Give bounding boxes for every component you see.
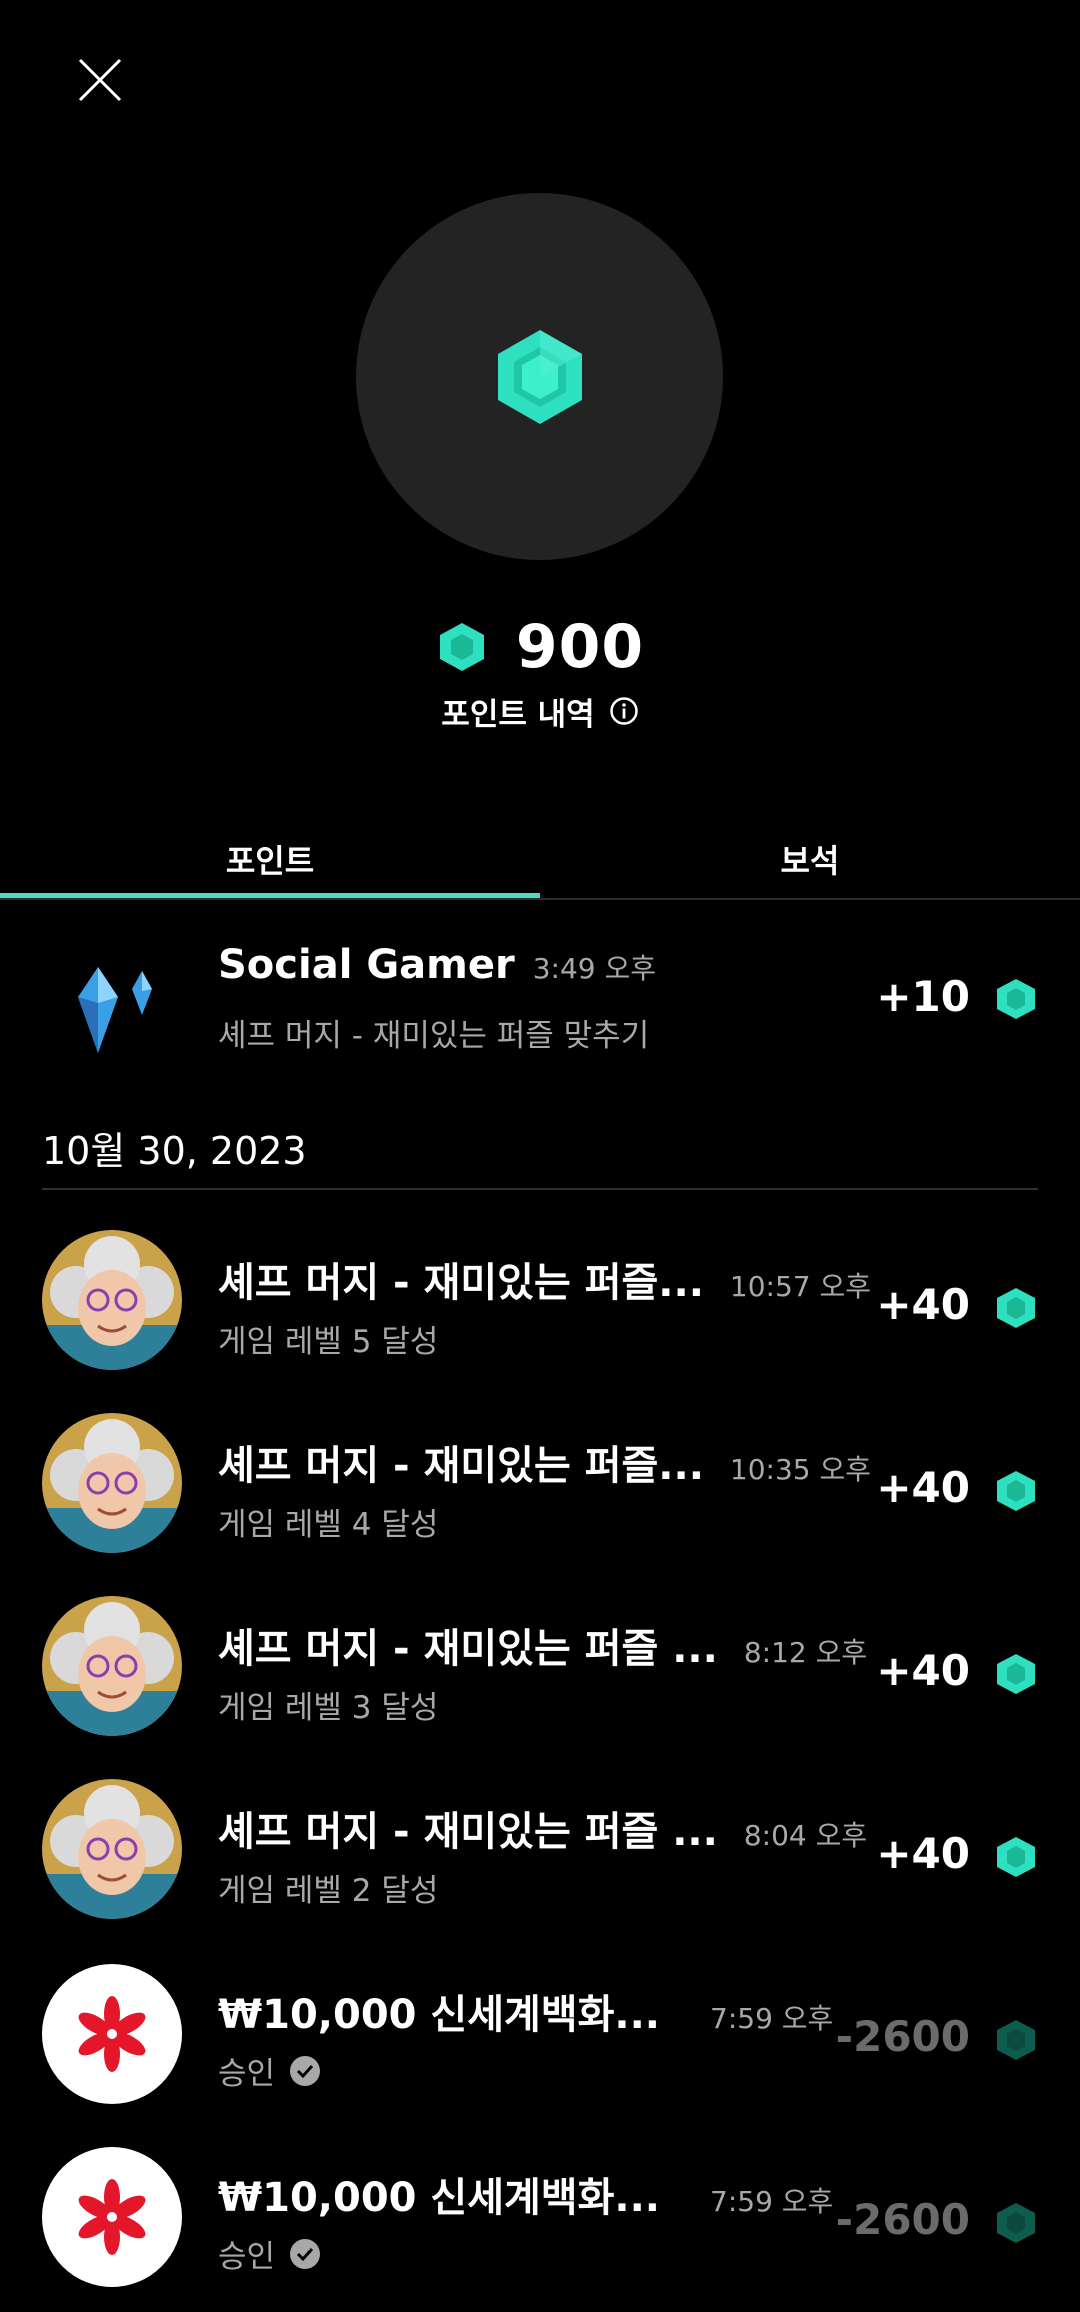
item-title-line: ₩10,000 신세계백화... 7:59 오후 [218, 2165, 833, 2223]
item-subtitle-text: 게임 레벨 3 달성 [218, 1690, 439, 1726]
gem-icon [997, 1471, 1035, 1511]
date-divider [42, 1188, 1038, 1190]
list-item[interactable]: ₩10,000 신세계백화... 7:59 오후 승인 -2600 [0, 1942, 1080, 2122]
item-amount: +40 [876, 1280, 970, 1329]
tab-gems[interactable]: 보석 [540, 820, 1080, 898]
info-icon[interactable] [609, 696, 639, 726]
item-subtitle: 게임 레벨 3 달성 [218, 1682, 438, 1727]
list-item[interactable]: 셰프 머지 - 재미있는 퍼즐... 10:57 오후 게임 레벨 5 달성 +… [0, 1210, 1080, 1390]
item-subtitle: 승인 [218, 2231, 321, 2276]
item-subtitle-text: 게임 레벨 2 달성 [218, 1873, 439, 1909]
close-button[interactable] [70, 50, 130, 110]
item-subtitle: 게임 레벨 2 달성 [218, 1865, 438, 1910]
item-time: 7:59 오후 [710, 2002, 834, 2035]
gem-icon [997, 2020, 1035, 2060]
item-title-line: ₩10,000 신세계백화... 7:59 오후 [218, 1982, 833, 2040]
list-item[interactable]: Social Gamer 3:49 오후 셰프 머지 - 재미있는 퍼즐 맞추기… [0, 900, 1080, 1080]
item-subtitle-text: 셰프 머지 - 재미있는 퍼즐 맞추기 [218, 1018, 650, 1054]
gem-icon [497, 329, 582, 424]
item-title: ₩10,000 신세계백화... [218, 2175, 660, 2221]
date-group-header: 10월 30, 2023 [42, 1129, 307, 1173]
points-hero-circle [356, 193, 723, 560]
shinsegae-logo [42, 2147, 182, 2287]
item-subtitle: 승인 [218, 2048, 321, 2093]
item-title: 셰프 머지 - 재미있는 퍼즐 ... [218, 1809, 718, 1855]
check-circle-icon [290, 2238, 321, 2269]
close-icon [78, 58, 122, 102]
chef-avatar [42, 1230, 182, 1370]
gem-icon [997, 1288, 1035, 1328]
chef-avatar [42, 1413, 182, 1553]
gem-icon [997, 979, 1035, 1019]
tab-bar: 포인트 보석 [0, 820, 1080, 898]
gem-icon [997, 2203, 1035, 2243]
item-time: 10:57 오후 [729, 1270, 872, 1303]
gem-icon [997, 1654, 1035, 1694]
item-amount: +10 [876, 972, 970, 1021]
points-balance: 900 [515, 612, 645, 682]
item-time: 8:04 오후 [743, 1819, 868, 1852]
item-subtitle-text: 게임 레벨 4 달성 [218, 1507, 439, 1543]
item-amount: +40 [876, 1646, 970, 1695]
gem-icon [997, 1837, 1035, 1877]
list-item[interactable]: ₩10,000 신세계백화... 7:59 오후 승인 -2600 [0, 2125, 1080, 2305]
shinsegae-logo [42, 1964, 182, 2104]
crystal-icon [42, 925, 182, 1065]
check-circle-icon [290, 2055, 321, 2086]
item-title-line: 셰프 머지 - 재미있는 퍼즐 ... 8:04 오후 [218, 1799, 867, 1857]
item-title-line: 셰프 머지 - 재미있는 퍼즐... 10:57 오후 [218, 1250, 871, 1308]
chef-avatar [42, 1596, 182, 1736]
list-item[interactable]: 셰프 머지 - 재미있는 퍼즐... 10:35 오후 게임 레벨 4 달성 +… [0, 1393, 1080, 1573]
item-subtitle-text: 승인 [218, 2056, 276, 2092]
list-item[interactable]: 셰프 머지 - 재미있는 퍼즐 ... 8:12 오후 게임 레벨 3 달성 +… [0, 1576, 1080, 1756]
item-title-line: Social Gamer 3:49 오후 [218, 942, 656, 988]
item-subtitle: 셰프 머지 - 재미있는 퍼즐 맞추기 [218, 1010, 649, 1055]
item-subtitle: 게임 레벨 4 달성 [218, 1499, 438, 1544]
balance-row: 900 [0, 612, 1080, 682]
item-time: 10:35 오후 [729, 1453, 872, 1486]
item-title: 셰프 머지 - 재미있는 퍼즐... [218, 1443, 704, 1489]
points-history-label: 포인트 내역 [441, 696, 595, 733]
item-title-line: 셰프 머지 - 재미있는 퍼즐 ... 8:12 오후 [218, 1616, 867, 1674]
item-time: 8:12 오후 [743, 1636, 868, 1669]
item-title-line: 셰프 머지 - 재미있는 퍼즐... 10:35 오후 [218, 1433, 871, 1491]
item-subtitle: 게임 레벨 5 달성 [218, 1316, 438, 1361]
item-amount: -2600 [835, 2012, 970, 2061]
item-subtitle-text: 승인 [218, 2239, 276, 2275]
item-time: 7:59 오후 [710, 2185, 834, 2218]
tab-points[interactable]: 포인트 [0, 820, 540, 898]
item-amount: -2600 [835, 2195, 970, 2244]
list-item[interactable]: 셰프 머지 - 재미있는 퍼즐 ... 8:04 오후 게임 레벨 2 달성 +… [0, 1759, 1080, 1939]
points-history-link[interactable]: 포인트 내역 [0, 688, 1080, 734]
item-title: ₩10,000 신세계백화... [218, 1992, 660, 2038]
item-title: Social Gamer [218, 942, 515, 988]
item-subtitle-text: 게임 레벨 5 달성 [218, 1324, 439, 1360]
gem-icon [439, 623, 484, 671]
item-amount: +40 [876, 1829, 970, 1878]
item-title: 셰프 머지 - 재미있는 퍼즐 ... [218, 1626, 718, 1672]
item-title: 셰프 머지 - 재미있는 퍼즐... [218, 1260, 704, 1306]
item-amount: +40 [876, 1463, 970, 1512]
chef-avatar [42, 1779, 182, 1919]
item-time: 3:49 오후 [532, 952, 657, 985]
